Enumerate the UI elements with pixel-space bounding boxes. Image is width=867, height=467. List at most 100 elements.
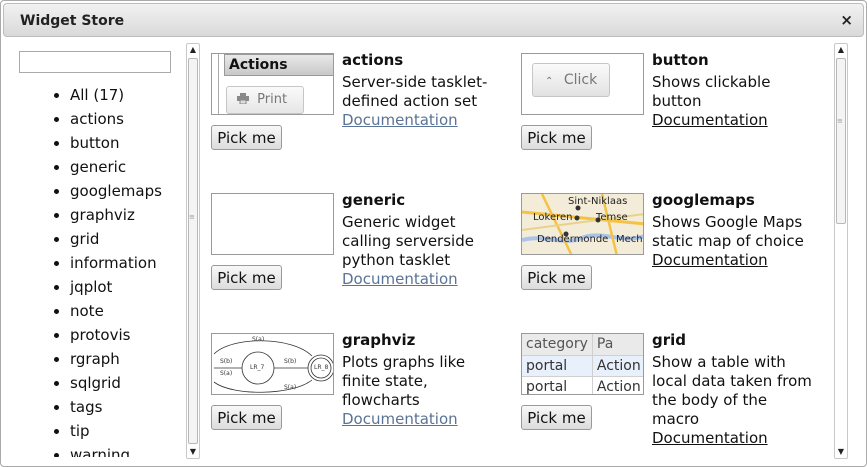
graph-edge-label: S(a) (284, 384, 297, 391)
pick-me-button[interactable]: Pick me (211, 405, 282, 430)
search-input[interactable] (19, 51, 171, 73)
widget-card-generic: Pick me generic Generic widget calling s… (201, 183, 511, 323)
printer-icon (237, 93, 249, 105)
documentation-link[interactable]: Documentation (652, 429, 812, 448)
graph-node-label: LR_8 (314, 364, 329, 371)
preview-table-cell: Action (592, 376, 643, 394)
widget-description: Server-side tasklet-defined action set D… (342, 73, 502, 130)
widget-name: actions (342, 51, 404, 69)
close-icon[interactable]: × (840, 11, 853, 29)
sidebar-scroll-thumb[interactable] (188, 58, 198, 444)
widget-description-text: Shows Google Maps static map of choice (652, 213, 804, 250)
widget-name: graphviz (342, 331, 416, 349)
category-list: All (17) actions button generic googlema… (53, 83, 162, 457)
grip-icon: ≡ (189, 213, 195, 221)
preview-print-label: Print (257, 92, 288, 107)
widget-description: Shows Google Maps static map of choice D… (652, 213, 812, 270)
preview-actions-header: Actions (224, 54, 333, 76)
category-sidebar: All (17) actions button generic googlema… (5, 43, 199, 461)
category-item-button[interactable]: button (53, 131, 162, 155)
scroll-up-icon[interactable]: ▲ (835, 44, 847, 56)
widget-card-actions: Actions Print Pick me actions Server-sid… (201, 43, 511, 183)
widget-name: grid (652, 331, 687, 349)
widget-description-text: Show a table with local data taken from … (652, 353, 812, 428)
widget-card-googlemaps: Sint-Niklaas Lokeren Temse Dendermonde M… (511, 183, 821, 323)
preview-click-label: Click (563, 72, 598, 88)
documentation-link[interactable]: Documentation (342, 410, 502, 429)
preview-table-header: category (522, 334, 593, 356)
widget-preview-actions: Actions Print (211, 53, 334, 115)
pick-me-button[interactable]: Pick me (211, 265, 282, 290)
documentation-link[interactable]: Documentation (652, 111, 812, 130)
map-label-lokeren: Lokeren (533, 212, 573, 223)
widget-name: generic (342, 191, 406, 209)
scroll-down-icon[interactable]: ▼ (187, 446, 199, 458)
preview-divider (218, 54, 219, 114)
preview-table-cell: portal (522, 355, 593, 377)
widget-description-text: Server-side tasklet-defined action set (342, 73, 488, 110)
widget-description-text: Generic widget calling serverside python… (342, 213, 474, 269)
pick-me-button[interactable]: Pick me (521, 405, 592, 430)
documentation-link[interactable]: Documentation (652, 251, 812, 270)
widget-preview-grid: category Pa portal Action portal Action (521, 333, 644, 395)
dialog-title: Widget Store (20, 13, 125, 29)
category-item-warning[interactable]: warning (53, 443, 162, 457)
category-item-tip[interactable]: tip (53, 419, 162, 443)
graph-node-label: LR_7 (250, 364, 265, 371)
category-item-tags[interactable]: tags (53, 395, 162, 419)
widget-card-button: ⌃ Click Pick me button Shows clickable b… (511, 43, 821, 183)
scroll-up-icon[interactable]: ▲ (187, 44, 199, 56)
widget-preview-generic (211, 193, 334, 255)
map-label-dendermonde: Dendermonde (537, 234, 609, 245)
category-item-generic[interactable]: generic (53, 155, 162, 179)
documentation-link[interactable]: Documentation (342, 111, 502, 130)
category-item-actions[interactable]: actions (53, 107, 162, 131)
widget-description: Show a table with local data taken from … (652, 353, 812, 448)
widget-description: Plots graphs like finite state, flowchar… (342, 353, 502, 429)
widget-grid: Actions Print Pick me actions Server-sid… (201, 43, 831, 461)
category-item-rgraph[interactable]: rgraph (53, 347, 162, 371)
widget-description: Shows clickable button Documentation (652, 73, 812, 130)
map-label-temse: Temse (596, 212, 628, 223)
graph-edge-label: S(b) (284, 358, 297, 365)
widget-card-graphviz: LR_7 LR_8 S(a) S(b) S(b) S(a) S(a) Pick … (201, 323, 511, 461)
pick-me-button[interactable]: Pick me (211, 125, 282, 150)
sidebar-scrollbar[interactable]: ▲ ≡ ▼ (186, 43, 200, 459)
category-item-jqplot[interactable]: jqplot (53, 275, 162, 299)
documentation-link[interactable]: Documentation (342, 270, 502, 289)
map-label-mech: Mech (616, 234, 643, 245)
pick-me-button[interactable]: Pick me (521, 125, 592, 150)
preview-print-button: Print (226, 86, 304, 114)
widget-description-text: Plots graphs like finite state, flowchar… (342, 353, 466, 409)
widget-description-text: Shows clickable button (652, 73, 771, 110)
widget-card-grid: category Pa portal Action portal Action … (511, 323, 821, 461)
category-item-graphviz[interactable]: graphviz (53, 203, 162, 227)
preview-table-cell: portal (522, 376, 593, 394)
widget-preview-button: ⌃ Click (521, 53, 644, 115)
preview-click-button: ⌃ Click (532, 63, 610, 97)
graph-edge-label: S(a) (252, 336, 265, 343)
preview-table-cell: Action (592, 355, 643, 377)
widget-name: button (652, 51, 709, 69)
title-bar[interactable]: Widget Store × (3, 3, 864, 37)
widget-preview-graphviz: LR_7 LR_8 S(a) S(b) S(b) S(a) S(a) (211, 333, 334, 395)
category-item-note[interactable]: note (53, 299, 162, 323)
graph-edge-label: S(a) (220, 370, 233, 377)
scroll-down-icon[interactable]: ▼ (835, 446, 847, 458)
category-item-googlemaps[interactable]: googlemaps (53, 179, 162, 203)
pick-me-button[interactable]: Pick me (521, 265, 592, 290)
category-item-sqlgrid[interactable]: sqlgrid (53, 371, 162, 395)
widget-store-dialog: Widget Store × All (17) actions button g… (0, 0, 867, 467)
grip-icon: ≡ (837, 117, 843, 125)
category-item-grid[interactable]: grid (53, 227, 162, 251)
widget-description: Generic widget calling serverside python… (342, 213, 502, 289)
category-item-protovis[interactable]: protovis (53, 323, 162, 347)
category-item-information[interactable]: information (53, 251, 162, 275)
chevron-up-icon: ⌃ (545, 76, 554, 87)
category-item-all[interactable]: All (17) (53, 83, 162, 107)
preview-table-header: Pa (592, 334, 643, 356)
widgets-scroll-thumb[interactable] (836, 58, 846, 224)
graph-edge-label: S(b) (220, 358, 233, 365)
widget-name: googlemaps (652, 191, 755, 209)
widgets-scrollbar[interactable]: ▲ ≡ ▼ (834, 43, 848, 459)
